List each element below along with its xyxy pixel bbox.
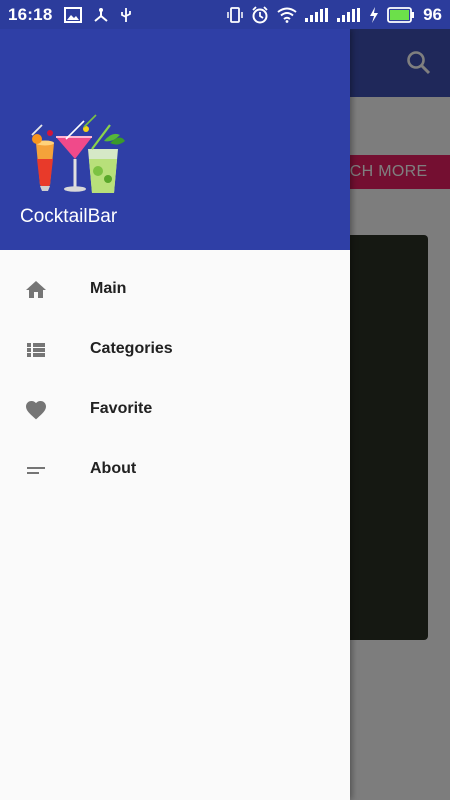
- menu-item-label: About: [90, 460, 137, 477]
- charging-icon: [370, 6, 379, 23]
- menu-item-label: Main: [90, 280, 127, 297]
- battery-icon: [387, 6, 415, 23]
- menu-item-label: Favorite: [90, 400, 153, 417]
- menu-item-favorite[interactable]: Favorite: [0, 380, 350, 440]
- battery-percent: 96: [423, 4, 442, 24]
- home-icon: [26, 281, 46, 298]
- cocktail-logo: [31, 114, 125, 193]
- app-name: CocktailBar: [20, 206, 118, 227]
- signal-icon: [305, 7, 329, 22]
- menu-item-categories[interactable]: Categories: [0, 320, 350, 380]
- wifi-icon: [277, 7, 297, 23]
- status-time: 16:18: [8, 4, 53, 24]
- short-text-icon: [27, 467, 45, 474]
- usb-share-icon: [94, 7, 109, 22]
- vibrate-icon: [227, 6, 243, 23]
- navigation-drawer: CocktailBar Main Categories Favorite Abo…: [0, 29, 350, 800]
- menu-item-main[interactable]: Main: [0, 260, 350, 320]
- usb-icon: [121, 7, 132, 22]
- drawer-menu: Main Categories Favorite About: [0, 260, 350, 500]
- alarm-icon: [252, 5, 268, 23]
- menu-item-label: Categories: [90, 340, 173, 357]
- drawer-header: CocktailBar: [0, 29, 350, 250]
- menu-item-about[interactable]: About: [0, 440, 350, 500]
- signal-icon-2: [337, 7, 361, 22]
- list-icon: [27, 343, 45, 357]
- heart-icon: [26, 401, 46, 420]
- status-bar: 16:18 96: [0, 0, 450, 29]
- image-icon: [64, 6, 83, 23]
